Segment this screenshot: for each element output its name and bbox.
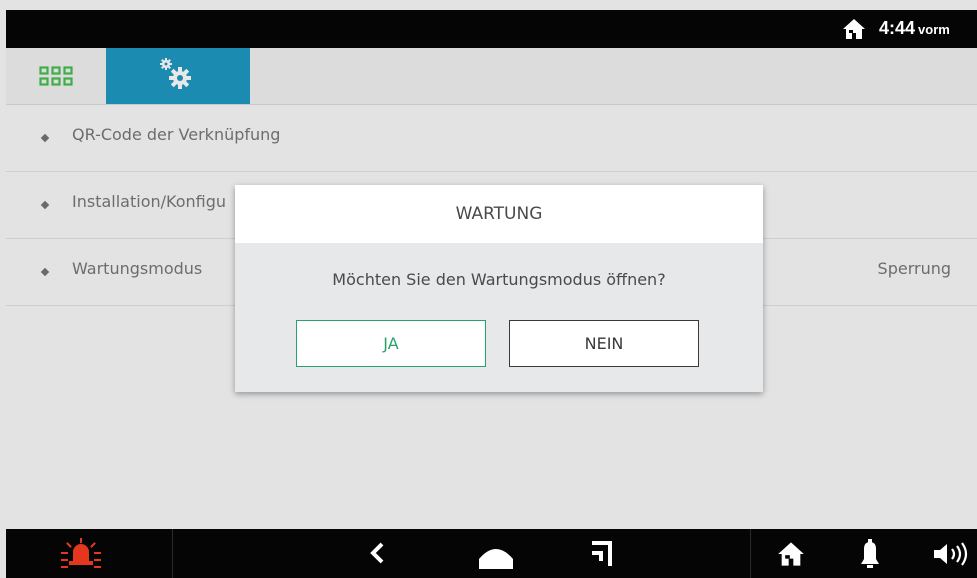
recent-icon[interactable] [589, 539, 615, 567]
menu-item-label: Installation/Konfigu [72, 192, 227, 211]
settings-gears-icon [160, 58, 191, 89]
bullet-icon [40, 200, 50, 210]
menu-item-qr-code[interactable]: QR-Code der Verknüpfung [6, 105, 977, 172]
clock-suffix: vorm [918, 22, 950, 37]
yes-button[interactable]: JA [296, 320, 486, 367]
divider [750, 529, 751, 578]
divider [172, 529, 173, 578]
home-nav-icon[interactable] [476, 539, 516, 569]
menu-item-label: QR-Code der Verknüpfung [72, 125, 281, 144]
home-icon[interactable] [777, 540, 805, 568]
speaker-icon[interactable] [933, 542, 969, 566]
dialog-message: Möchten Sie den Wartungsmodus öffnen? [332, 270, 666, 289]
status-bar: 4:44 vorm [6, 10, 977, 48]
bullet-icon [40, 133, 50, 143]
alarm-siren-icon[interactable] [60, 537, 102, 571]
clock: 4:44 vorm [879, 18, 950, 39]
bullet-icon [40, 267, 50, 277]
home-icon [843, 19, 865, 39]
bottom-nav-bar [6, 529, 977, 578]
bell-icon[interactable] [859, 539, 881, 569]
tab-settings[interactable] [106, 48, 250, 104]
no-button[interactable]: NEIN [509, 320, 699, 367]
screen: 4:44 vorm QR-Code der Verknüpfung Instal… [0, 0, 977, 578]
grid-icon [39, 66, 73, 86]
dialog-title: WARTUNG [235, 185, 763, 243]
menu-item-label: Wartungsmodus [72, 259, 203, 278]
tab-bar [6, 48, 977, 105]
tab-apps[interactable] [6, 48, 106, 104]
back-icon[interactable] [369, 541, 385, 565]
clock-time: 4:44 [879, 18, 916, 38]
maintenance-dialog: WARTUNG Möchten Sie den Wartungsmodus öf… [235, 185, 763, 392]
menu-item-value: Sperrung [877, 259, 951, 278]
